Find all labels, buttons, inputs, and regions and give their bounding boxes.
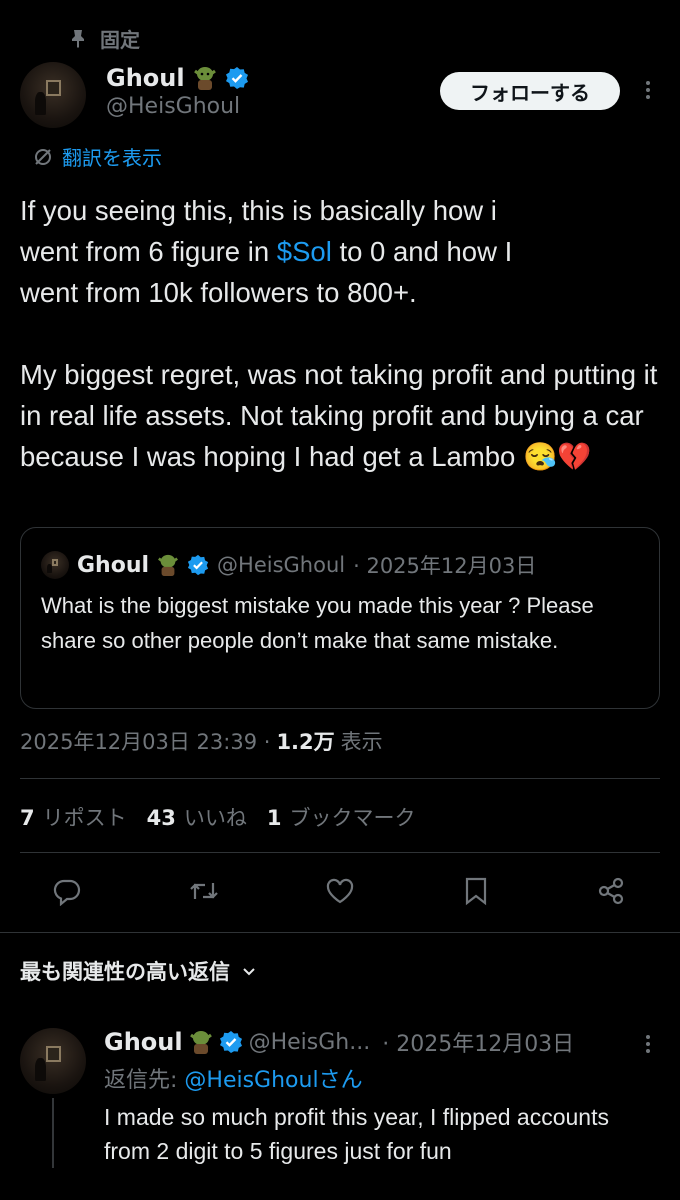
engagement-stats: 7 リポスト 43 いいね 1 ブックマーク bbox=[20, 802, 415, 832]
translate-label: 翻訳を表示 bbox=[62, 146, 162, 170]
share-icon[interactable] bbox=[596, 876, 626, 906]
goblin-emoji-icon bbox=[189, 1029, 213, 1055]
tweet-line: If you seeing this, this is basically ho… bbox=[20, 195, 497, 226]
reply-author-avatar[interactable] bbox=[20, 1028, 86, 1094]
author-handle[interactable]: @HeisGhoul bbox=[106, 94, 249, 119]
cashtag-link[interactable]: $Sol bbox=[277, 236, 332, 267]
bookmarks-count: 1 bbox=[266, 806, 282, 830]
reply-author-name[interactable]: Ghoul bbox=[104, 1028, 183, 1056]
reply-to-prefix: 返信先: bbox=[104, 1068, 185, 1093]
tweet-line: to 0 and how I bbox=[331, 236, 513, 267]
reply-sort-label: 最も関連性の高い返信 bbox=[20, 960, 230, 984]
verified-badge-icon bbox=[225, 66, 249, 90]
reposts-stat[interactable]: 7 リポスト bbox=[20, 802, 127, 832]
reply-author-handle[interactable]: @HeisGh... bbox=[249, 1030, 371, 1055]
quoted-avatar bbox=[41, 551, 69, 579]
tweet-meta: 2025年12月03日 23:39 · 1.2万 表示 bbox=[20, 726, 383, 756]
tweet-paragraph-2: My biggest regret, was not taking profit… bbox=[20, 354, 670, 477]
quoted-date: · 2025年12月03日 bbox=[353, 554, 537, 578]
reply-date[interactable]: · 2025年12月03日 bbox=[382, 1026, 574, 1058]
quoted-tweet[interactable]: Ghoul @HeisGhoul · 2025年12月03日 What is t… bbox=[20, 527, 660, 709]
translate-icon bbox=[32, 146, 54, 168]
verified-badge-icon bbox=[187, 554, 209, 576]
emoji-sleepy-broken-heart: 😪💔 bbox=[523, 441, 592, 472]
follow-button[interactable]: フォローする bbox=[440, 72, 620, 110]
thread-connector-line bbox=[52, 1098, 54, 1168]
author-info[interactable]: Ghoul @HeisGhoul bbox=[106, 64, 249, 119]
reply-to-line: 返信先: @HeisGhoulさん bbox=[104, 1062, 680, 1094]
quoted-tweet-text: What is the biggest mistake you made thi… bbox=[41, 593, 594, 653]
goblin-emoji-icon bbox=[157, 553, 179, 577]
verified-badge-icon bbox=[219, 1030, 243, 1054]
reply-text: I made so much profit this year, I flipp… bbox=[104, 1104, 609, 1164]
more-options-icon[interactable] bbox=[636, 78, 660, 102]
action-bar bbox=[0, 870, 680, 916]
bookmark-icon[interactable] bbox=[462, 876, 490, 906]
reposts-count: 7 bbox=[20, 806, 35, 830]
divider bbox=[20, 778, 660, 779]
tweet-text: If you seeing this, this is basically ho… bbox=[20, 190, 670, 477]
repost-icon[interactable] bbox=[188, 876, 220, 906]
tweet-line: went from 10k followers to 800+. bbox=[20, 277, 417, 308]
pin-icon bbox=[70, 29, 86, 49]
reply-sort-dropdown[interactable]: 最も関連性の高い返信 bbox=[20, 956, 258, 986]
pinned-indicator: 固定 bbox=[70, 24, 140, 53]
goblin-emoji-icon bbox=[193, 65, 217, 91]
divider bbox=[20, 852, 660, 853]
section-divider bbox=[0, 932, 680, 933]
quoted-author-handle: @HeisGhoul bbox=[217, 553, 346, 577]
tweet-paragraph-1: If you seeing this, this is basically ho… bbox=[20, 190, 670, 313]
reposts-label: リポスト bbox=[42, 806, 127, 830]
reply-more-options-icon[interactable] bbox=[636, 1032, 660, 1056]
reply-to-handle-link[interactable]: @HeisGhoulさん bbox=[184, 1068, 362, 1093]
view-count: 1.2万 bbox=[276, 730, 335, 754]
quoted-author-name: Ghoul bbox=[77, 552, 150, 578]
author-name[interactable]: Ghoul bbox=[106, 64, 185, 92]
tweet-timestamp[interactable]: 2025年12月03日 23:39 · bbox=[20, 726, 270, 756]
likes-count: 43 bbox=[146, 806, 176, 830]
likes-stat[interactable]: 43 いいね bbox=[147, 802, 247, 832]
chevron-down-icon bbox=[240, 962, 258, 980]
translate-link[interactable]: 翻訳を表示 bbox=[32, 142, 162, 171]
bookmarks-label: ブックマーク bbox=[289, 806, 416, 830]
like-icon[interactable] bbox=[324, 876, 356, 906]
reply-tweet[interactable]: Ghoul @HeisGh... · 2025年12月03日 返信先: @Hei… bbox=[104, 1026, 680, 1168]
likes-label: いいね bbox=[183, 806, 247, 830]
author-avatar[interactable] bbox=[20, 62, 86, 128]
bookmarks-stat[interactable]: 1 ブックマーク bbox=[267, 802, 416, 832]
reply-icon[interactable] bbox=[52, 876, 82, 906]
tweet-line: went from 6 figure in bbox=[20, 236, 277, 267]
quoted-tweet-header: Ghoul @HeisGhoul · 2025年12月03日 bbox=[41, 550, 536, 580]
pinned-label: 固定 bbox=[100, 28, 140, 52]
view-label: 表示 bbox=[340, 730, 383, 754]
